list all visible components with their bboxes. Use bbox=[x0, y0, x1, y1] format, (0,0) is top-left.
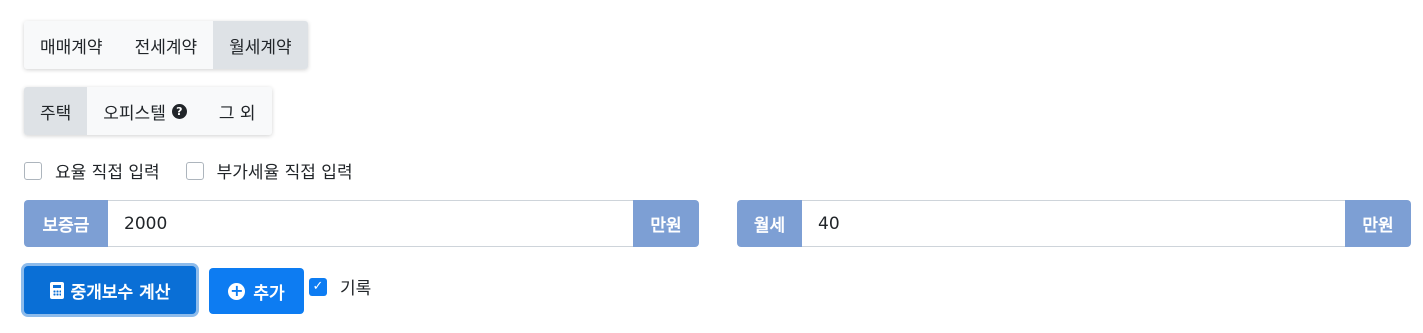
property-type-group: 주택 오피스텔 ? 그 외 bbox=[24, 87, 272, 135]
vat-direct-input-checkbox[interactable]: 부가세율 직접 입력 bbox=[185, 158, 353, 183]
contract-type-monthly-rent[interactable]: 월세계약 bbox=[213, 21, 308, 69]
add-button[interactable]: + 추가 bbox=[209, 268, 304, 314]
deposit-unit: 만원 bbox=[633, 200, 699, 247]
contract-type-group: 매매계약 전세계약 월세계약 bbox=[24, 21, 308, 69]
checkbox-box[interactable] bbox=[185, 161, 204, 180]
deposit-input-group: 보증금 2000 만원 bbox=[24, 200, 699, 247]
question-circle-icon[interactable]: ? bbox=[171, 103, 187, 119]
monthly-rent-input[interactable]: 40 bbox=[802, 200, 1345, 247]
monthly-rent-input-group: 월세 40 만원 bbox=[737, 200, 1411, 247]
check-icon[interactable]: ✓ bbox=[309, 277, 327, 296]
calculator-icon bbox=[49, 281, 64, 299]
rate-direct-input-checkbox[interactable]: 요율 직접 입력 bbox=[24, 158, 160, 183]
checkbox-box[interactable] bbox=[24, 161, 42, 180]
record-checkbox[interactable]: ✓ 기록 bbox=[309, 274, 371, 299]
property-type-officetel-label: 오피스텔 bbox=[103, 103, 166, 124]
deposit-input[interactable]: 2000 bbox=[108, 200, 633, 247]
property-type-house[interactable]: 주택 bbox=[24, 87, 88, 135]
deposit-label: 보증금 bbox=[24, 200, 108, 247]
calculate-fee-label: 중개보수 계산 bbox=[70, 282, 171, 303]
plus-circle-icon: + bbox=[228, 281, 246, 300]
record-label: 기록 bbox=[340, 279, 372, 299]
contract-type-jeonse[interactable]: 전세계약 bbox=[118, 21, 214, 69]
monthly-rent-label: 월세 bbox=[737, 200, 802, 247]
options-row: 요율 직접 입력 부가세율 직접 입력 bbox=[24, 158, 379, 183]
property-type-other[interactable]: 그 외 bbox=[202, 87, 272, 135]
vat-direct-input-label: 부가세율 직접 입력 bbox=[216, 163, 353, 183]
rate-direct-input-label: 요율 직접 입력 bbox=[55, 163, 160, 183]
contract-type-sale[interactable]: 매매계약 bbox=[24, 21, 119, 69]
broker-fee-calculator: 매매계약 전세계약 월세계약 주택 오피스텔 ? 그 외 요율 직접 입력 부가… bbox=[0, 0, 1423, 333]
add-label: 추가 bbox=[253, 283, 285, 304]
calculate-fee-button[interactable]: 중개보수 계산 bbox=[24, 266, 196, 314]
monthly-rent-unit: 만원 bbox=[1345, 200, 1411, 247]
property-type-officetel[interactable]: 오피스텔 ? bbox=[87, 87, 203, 135]
